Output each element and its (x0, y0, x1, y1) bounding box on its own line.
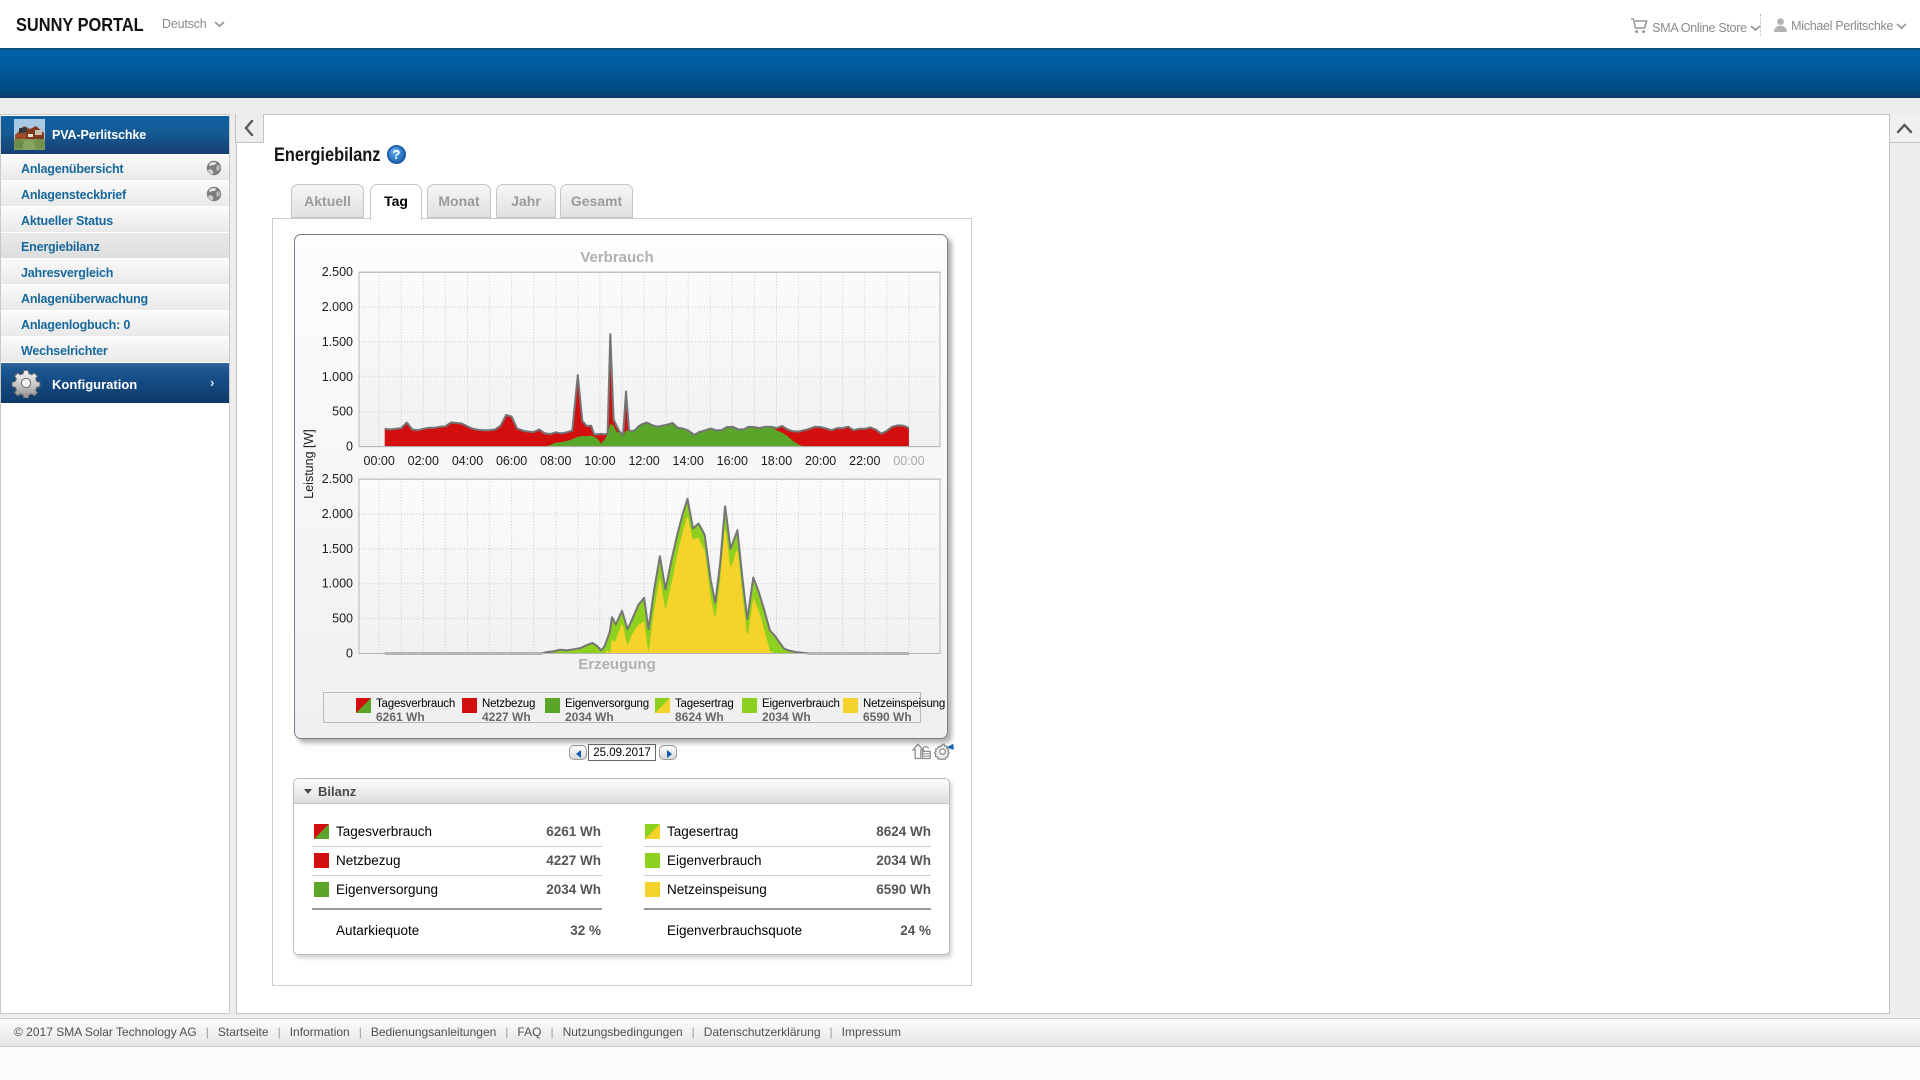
svg-text:2.500: 2.500 (322, 472, 353, 486)
svg-text:00:00: 00:00 (364, 454, 395, 468)
svg-text:1.500: 1.500 (322, 335, 353, 349)
svg-text:18:00: 18:00 (761, 454, 792, 468)
svg-text:08:00: 08:00 (540, 454, 571, 468)
svg-text:10:00: 10:00 (584, 454, 615, 468)
svg-text:16:00: 16:00 (717, 454, 748, 468)
svg-text:02:00: 02:00 (408, 454, 439, 468)
svg-text:0: 0 (346, 647, 353, 661)
svg-text:2.500: 2.500 (322, 265, 353, 279)
svg-text:12:00: 12:00 (628, 454, 659, 468)
svg-text:1.000: 1.000 (322, 577, 353, 591)
svg-text:Leistung [W]: Leistung [W] (302, 429, 316, 498)
svg-text:06:00: 06:00 (496, 454, 527, 468)
svg-text:00:00: 00:00 (893, 454, 924, 468)
svg-text:500: 500 (332, 612, 353, 626)
svg-text:Erzeugung: Erzeugung (578, 656, 656, 673)
svg-text:2.000: 2.000 (322, 507, 353, 521)
svg-text:1.500: 1.500 (322, 542, 353, 556)
svg-text:14:00: 14:00 (673, 454, 704, 468)
svg-text:Verbrauch: Verbrauch (580, 249, 653, 266)
svg-text:500: 500 (332, 405, 353, 419)
svg-text:1.000: 1.000 (322, 370, 353, 384)
svg-text:0: 0 (346, 440, 353, 454)
svg-text:20:00: 20:00 (805, 454, 836, 468)
svg-text:04:00: 04:00 (452, 454, 483, 468)
svg-text:2.000: 2.000 (322, 300, 353, 314)
svg-text:22:00: 22:00 (849, 454, 880, 468)
